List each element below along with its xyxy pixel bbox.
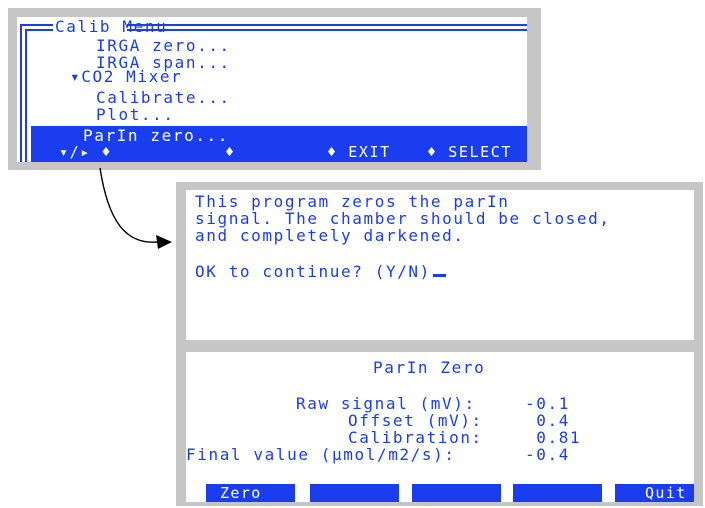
offset-label: Offset (mV): <box>348 411 483 430</box>
prompt-question-text: OK to continue? (Y/N) <box>195 262 431 281</box>
calibration-label: Calibration: <box>348 428 483 447</box>
menu-item-co2-mixer[interactable]: ▾CO2 Mixer <box>70 68 182 85</box>
fkey-arrows[interactable]: ▾/▸ ♦ <box>59 144 112 161</box>
fkey-select[interactable]: ♦ SELECT <box>427 144 512 161</box>
menu-item-calibrate[interactable]: Calibrate... <box>96 89 231 106</box>
fkey-2[interactable] <box>310 484 399 502</box>
fkey-quit[interactable]: Quit <box>615 484 694 502</box>
final-value-label: Final value (µmol/m2/s): <box>186 445 456 464</box>
menu-item-plot[interactable]: Plot... <box>96 106 175 123</box>
fkey-3[interactable] <box>412 484 501 502</box>
fkey-4[interactable] <box>513 484 602 502</box>
prompt-line-1: This program zeros the parIn <box>195 192 510 211</box>
fkey-blank[interactable]: ♦ <box>225 144 236 161</box>
fkey-exit[interactable]: ♦ EXIT <box>327 144 391 161</box>
prompt-line-3: and completely darkened. <box>195 226 465 245</box>
prompt-question[interactable]: OK to continue? (Y/N) <box>195 263 446 280</box>
raw-signal-value: -0.1 <box>525 394 570 413</box>
prompt-line-2: signal. The chamber should be closed, <box>195 209 611 228</box>
fkey-quit-label: Quit <box>645 484 687 502</box>
zero-title: ParIn Zero <box>373 358 486 377</box>
zero-fkey-bar: Zero Quit <box>186 484 694 502</box>
raw-signal-label: Raw signal (mV): <box>296 394 476 413</box>
fkey-zero-label: Zero <box>220 484 262 502</box>
menu-title: Calib Menu <box>55 17 168 36</box>
zero-screen: ParIn Zero Raw signal (mV): -0.1 Offset … <box>186 352 694 502</box>
menu-item-parin-zero[interactable]: ParIn zero... <box>83 127 229 144</box>
text-cursor <box>432 274 446 277</box>
calib-menu-screen: Calib Menu IRGA zero... IRGA span... ▾CO… <box>17 17 527 162</box>
prompt-screen: This program zeros the parIn signal. The… <box>186 190 694 340</box>
menu-item-irga-zero[interactable]: IRGA zero... <box>96 37 231 54</box>
calibration-value: 0.81 <box>525 428 582 447</box>
fkey-zero[interactable]: Zero <box>206 484 295 502</box>
final-value-value: -0.4 <box>525 445 570 464</box>
offset-value: 0.4 <box>525 411 570 430</box>
